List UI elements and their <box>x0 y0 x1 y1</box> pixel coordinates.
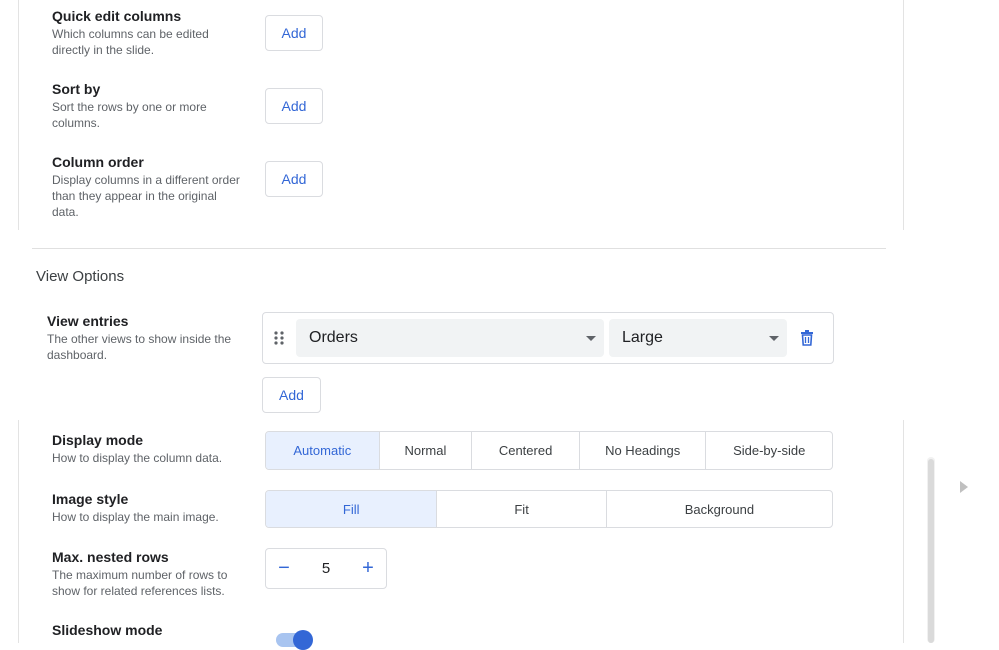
column-order-add-button[interactable]: Add <box>265 161 323 197</box>
section-divider <box>32 248 886 249</box>
desc-line: show for related references lists. <box>52 584 225 598</box>
display-mode-option-centered[interactable]: Centered <box>472 432 580 469</box>
desc-line: The maximum number of rows to <box>52 568 228 582</box>
display-mode-option-normal[interactable]: Normal <box>380 432 473 469</box>
display-mode-segmented-control: Automatic Normal Centered No Headings Si… <box>265 431 833 470</box>
view-entry-view-value: Orders <box>309 329 358 346</box>
quick-edit-columns-title: Quick edit columns <box>52 8 182 24</box>
toggle-thumb <box>293 630 313 650</box>
display-mode-option-side-by-side[interactable]: Side-by-side <box>706 432 832 469</box>
desc-line: columns. <box>52 116 101 130</box>
desc-line: Display columns in a different order <box>52 173 240 187</box>
slideshow-mode-toggle[interactable] <box>276 629 314 650</box>
view-options-heading: View Options <box>36 268 125 285</box>
drag-handle-icon[interactable] <box>273 330 285 346</box>
panel-border-left-top <box>18 0 19 230</box>
slideshow-mode-title: Slideshow mode <box>52 622 163 638</box>
view-entry-size-select[interactable]: Large <box>609 319 787 357</box>
minus-icon[interactable]: − <box>266 549 302 588</box>
scrollbar-thumb[interactable] <box>928 459 934 643</box>
display-mode-option-no-headings[interactable]: No Headings <box>580 432 707 469</box>
image-style-option-fit[interactable]: Fit <box>437 491 607 527</box>
desc-line: dashboard. <box>47 348 108 362</box>
image-style-option-fill[interactable]: Fill <box>266 491 438 527</box>
display-mode-desc: How to display the column data. <box>52 451 223 465</box>
panel-border-right-top <box>903 0 904 230</box>
panel-border-left-bottom <box>18 420 19 643</box>
desc-line: Sort the rows by one or more <box>52 100 207 114</box>
sort-by-add-button[interactable]: Add <box>265 88 323 124</box>
column-order-desc: Display columns in a different order tha… <box>52 172 240 220</box>
chevron-down-icon <box>586 336 596 341</box>
chevron-right-icon[interactable] <box>960 481 968 493</box>
desc-line: directly in the slide. <box>52 43 155 57</box>
view-entry-view-select[interactable]: Orders <box>296 319 604 357</box>
desc-line: data. <box>52 205 79 219</box>
image-style-option-background[interactable]: Background <box>607 491 832 527</box>
chevron-down-icon <box>769 336 779 341</box>
view-entry-row: Orders Large <box>262 312 834 364</box>
plus-icon[interactable]: + <box>350 549 386 588</box>
display-mode-option-automatic[interactable]: Automatic <box>266 432 380 469</box>
sort-by-title: Sort by <box>52 81 101 97</box>
max-nested-rows-desc: The maximum number of rows to show for r… <box>52 567 227 599</box>
desc-line: than they appear in the original <box>52 189 217 203</box>
max-nested-rows-title: Max. nested rows <box>52 549 169 565</box>
desc-line: Which columns can be edited <box>52 27 209 41</box>
panel-border-right-bottom <box>903 420 904 643</box>
display-mode-title: Display mode <box>52 432 144 448</box>
image-style-segmented-control: Fill Fit Background <box>265 490 833 528</box>
view-entries-desc: The other views to show inside the dashb… <box>47 331 231 363</box>
sort-by-desc: Sort the rows by one or more columns. <box>52 99 207 131</box>
max-nested-rows-stepper: − 5 + <box>265 548 387 589</box>
view-entries-title: View entries <box>47 313 129 329</box>
quick-edit-columns-desc: Which columns can be edited directly in … <box>52 26 209 58</box>
desc-line: The other views to show inside the <box>47 332 232 346</box>
quick-edit-columns-add-button[interactable]: Add <box>265 15 323 51</box>
column-order-title: Column order <box>52 154 144 170</box>
view-entry-size-value: Large <box>622 329 663 346</box>
image-style-desc: How to display the main image. <box>52 510 219 524</box>
delete-trash-icon[interactable] <box>800 330 814 346</box>
max-nested-rows-value[interactable]: 5 <box>302 560 350 577</box>
image-style-title: Image style <box>52 491 129 507</box>
view-entries-add-button[interactable]: Add <box>262 377 321 413</box>
